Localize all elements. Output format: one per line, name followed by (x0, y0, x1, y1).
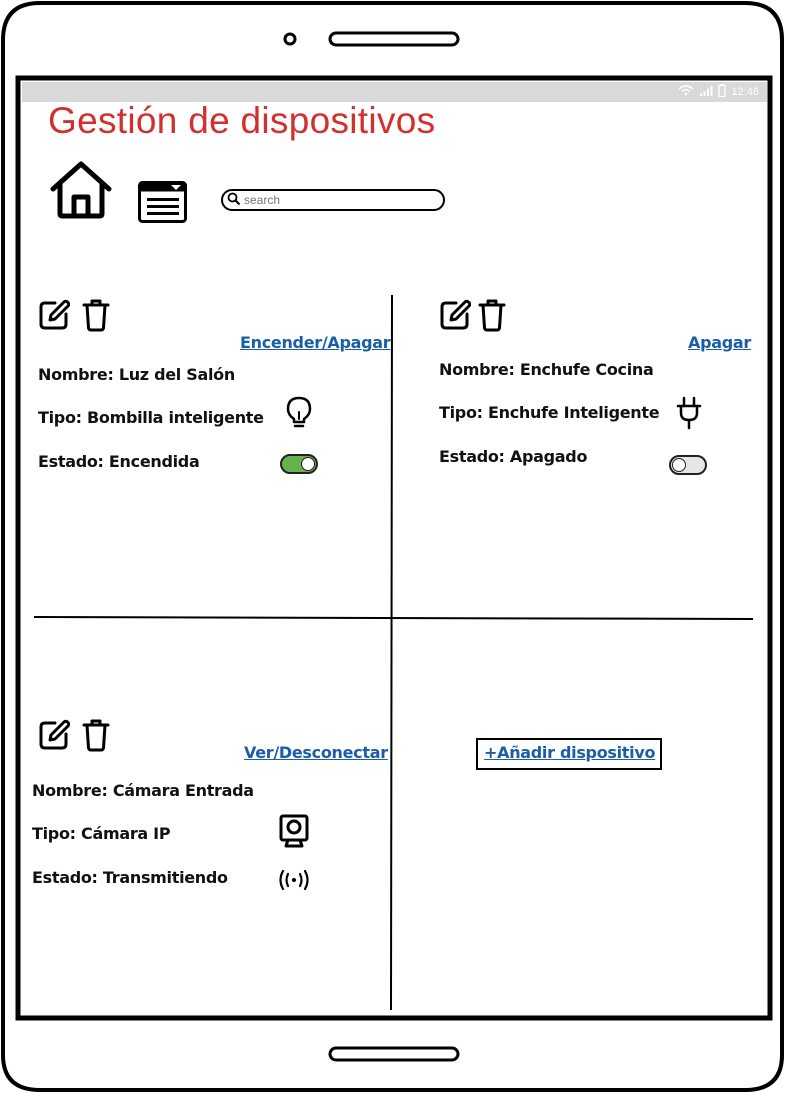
state-toggle[interactable] (669, 455, 707, 475)
device-type: Tipo: Bombilla inteligente (38, 408, 264, 427)
trash-icon[interactable] (82, 718, 110, 756)
search-box[interactable] (221, 189, 445, 211)
device-state: Estado: Apagado (439, 447, 588, 466)
edit-icon[interactable] (38, 299, 71, 335)
signal-icon (699, 85, 713, 99)
webcam-icon (279, 814, 309, 852)
view-disconnect-link[interactable]: Ver/Desconectar (244, 743, 388, 762)
search-icon (227, 191, 241, 210)
state-toggle[interactable] (280, 454, 318, 474)
status-indicators: 12:46 (678, 84, 759, 100)
device-name: Nombre: Enchufe Cocina (439, 360, 654, 379)
add-device-label: +Añadir dispositivo (484, 743, 656, 762)
trash-icon[interactable] (82, 298, 110, 336)
device-name: Nombre: Luz del Salón (38, 365, 235, 384)
add-device-button[interactable]: +Añadir dispositivo (476, 738, 662, 770)
grid-horizontal-divider (33, 616, 754, 620)
wifi-icon (678, 85, 694, 99)
home-bar (328, 1046, 460, 1062)
toggle-power-link[interactable]: Encender/Apagar (240, 333, 391, 352)
trash-icon[interactable] (478, 298, 506, 336)
home-icon[interactable] (48, 160, 114, 224)
edit-icon[interactable] (38, 719, 71, 755)
edit-icon[interactable] (439, 299, 472, 335)
speaker-slot (328, 31, 460, 47)
page-title: Gestión de dispositivos (48, 100, 436, 141)
plug-icon (676, 396, 702, 434)
search-input[interactable] (241, 193, 434, 207)
broadcast-icon (277, 869, 311, 895)
device-type: Tipo: Enchufe Inteligente (439, 403, 660, 422)
status-time: 12:46 (731, 86, 759, 98)
battery-icon (718, 84, 727, 100)
grid-vertical-divider (390, 294, 393, 1011)
lightbulb-icon (286, 396, 312, 434)
camera-dot (283, 32, 297, 46)
list-menu-icon[interactable] (138, 181, 188, 227)
tablet-frame (0, 1, 784, 1092)
status-bar: 12:46 (22, 82, 767, 102)
device-state: Estado: Encendida (38, 452, 200, 471)
device-type: Tipo: Cámara IP (32, 824, 171, 843)
device-name: Nombre: Cámara Entrada (32, 781, 254, 800)
power-off-link[interactable]: Apagar (688, 333, 751, 352)
device-state: Estado: Transmitiendo (32, 868, 228, 887)
